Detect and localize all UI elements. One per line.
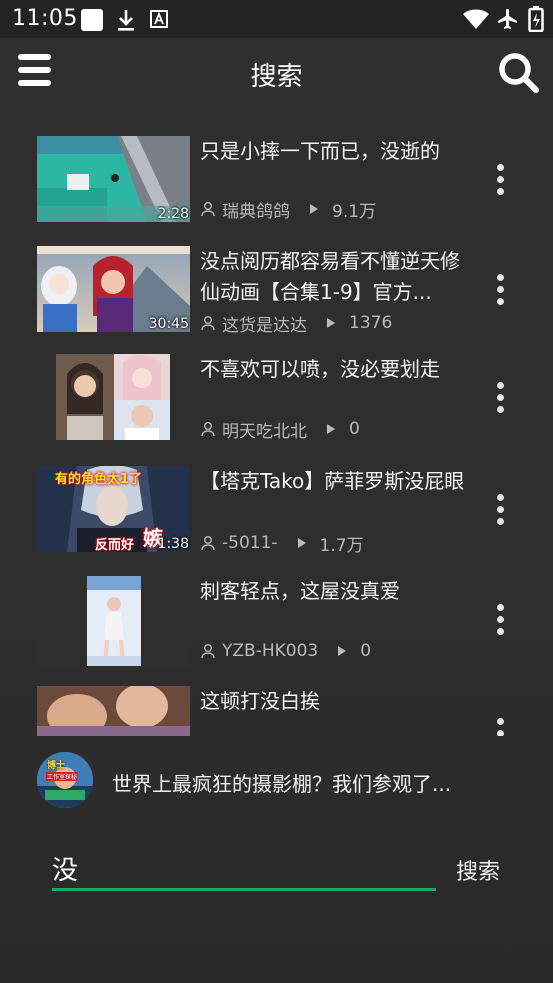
video-title: 没点阅历都容易看不懂逆天修仙动画【合集1-9】官方... — [200, 249, 460, 304]
video-list-item[interactable]: 不喜欢可以喷，没必要划走 明天吃北北 0 — [0, 354, 553, 462]
video-thumbnail[interactable]: 2:28 — [37, 136, 190, 222]
video-thumbnail[interactable] — [37, 686, 190, 736]
video-author: -5011- — [222, 533, 278, 553]
battery-charging-icon — [528, 6, 544, 32]
play-count-icon — [338, 646, 347, 656]
status-bar: 11:05 — [0, 0, 553, 38]
user-icon — [201, 316, 215, 331]
video-views: 1.7万 — [319, 535, 364, 556]
more-options-icon[interactable] — [492, 604, 508, 640]
video-title: 刺客轻点，这屋没真爱 — [200, 579, 400, 603]
video-thumbnail[interactable] — [37, 576, 190, 668]
video-author: 明天吃北北 — [222, 421, 307, 442]
video-meta: 这货是达达 1376 — [200, 312, 393, 336]
video-thumbnail[interactable] — [37, 354, 190, 440]
video-list-item[interactable]: 刺客轻点，这屋没真爱 YZB-HK003 0 — [0, 576, 553, 684]
more-options-icon[interactable] — [492, 718, 508, 736]
video-thumbnail[interactable]: 30:45 — [37, 246, 190, 332]
search-suggestion[interactable]: 博士 工作室探秘 世界上最疯狂的摄影棚？我们参观了... — [0, 752, 553, 812]
more-options-icon[interactable] — [492, 274, 508, 310]
avatar: 博士 工作室探秘 — [37, 752, 93, 808]
search-submit-button[interactable]: 搜索 — [456, 854, 500, 886]
play-count-icon — [297, 538, 306, 548]
video-list-item[interactable]: 有的角色太1了 反而好 嫉 1:38 【塔克Tako】萨菲罗斯没屁眼 -5011… — [0, 466, 553, 574]
play-count-icon — [327, 424, 335, 434]
video-views: 9.1万 — [332, 201, 377, 222]
video-duration: 2:28 — [157, 206, 189, 222]
video-title: 【塔克Tako】萨菲罗斯没屁眼 — [200, 469, 465, 493]
video-meta: 瑞典鸽鸽 9.1万 — [200, 198, 377, 222]
video-list-item[interactable]: 30:45 没点阅历都容易看不懂逆天修仙动画【合集1-9】官方... 这货是达达… — [0, 246, 553, 354]
wifi-icon — [463, 9, 489, 29]
download-icon — [118, 10, 134, 31]
more-options-icon[interactable] — [492, 164, 508, 200]
video-views: 0 — [360, 641, 372, 661]
play-count-icon — [310, 204, 318, 214]
video-author: YZB-HK003 — [222, 641, 319, 661]
airplane-mode-icon — [498, 9, 517, 29]
more-options-icon[interactable] — [492, 494, 508, 530]
video-list-item[interactable]: 这顿打没白挨 — [0, 686, 553, 736]
user-icon — [201, 644, 215, 659]
video-duration: 1:38 — [157, 536, 189, 552]
notification-square-icon — [81, 9, 103, 31]
video-author: 这货是达达 — [222, 315, 307, 336]
search-input-underline — [52, 888, 436, 891]
search-input[interactable] — [52, 846, 436, 890]
user-icon — [201, 536, 215, 551]
app-bar: 搜索 — [0, 38, 553, 106]
video-meta: YZB-HK003 0 — [200, 640, 371, 662]
more-options-icon[interactable] — [492, 382, 508, 418]
video-views: 1376 — [349, 313, 393, 333]
suggestion-text: 世界上最疯狂的摄影棚？我们参观了... — [112, 772, 452, 796]
user-icon — [201, 202, 215, 217]
video-meta: -5011- 1.7万 — [200, 532, 364, 556]
avatar-caption: 工作室探秘 — [46, 772, 79, 781]
font-icon — [150, 10, 168, 28]
video-title: 只是小摔一下而已，没逝的 — [200, 139, 440, 163]
video-title: 这顿打没白挨 — [200, 689, 320, 713]
video-title: 不喜欢可以喷，没必要划走 — [200, 357, 440, 381]
video-views: 0 — [349, 419, 360, 439]
user-icon — [201, 422, 215, 437]
video-duration: 30:45 — [148, 316, 189, 332]
avatar-caption: 博士 — [47, 761, 66, 771]
video-list-item[interactable]: 2:28 只是小摔一下而已，没逝的 瑞典鸽鸽 9.1万 — [0, 136, 553, 244]
search-icon[interactable] — [498, 52, 540, 94]
page-title: 搜索 — [250, 62, 303, 92]
play-count-icon — [327, 318, 335, 328]
status-time: 11:05 — [12, 6, 78, 31]
thumbnail-caption: 反而好 — [95, 538, 135, 552]
video-author: 瑞典鸽鸽 — [222, 201, 290, 222]
video-thumbnail[interactable]: 有的角色太1了 反而好 嫉 1:38 — [37, 466, 190, 552]
video-meta: 明天吃北北 0 — [200, 418, 360, 442]
thumbnail-caption: 有的角色太1了 — [55, 472, 143, 487]
